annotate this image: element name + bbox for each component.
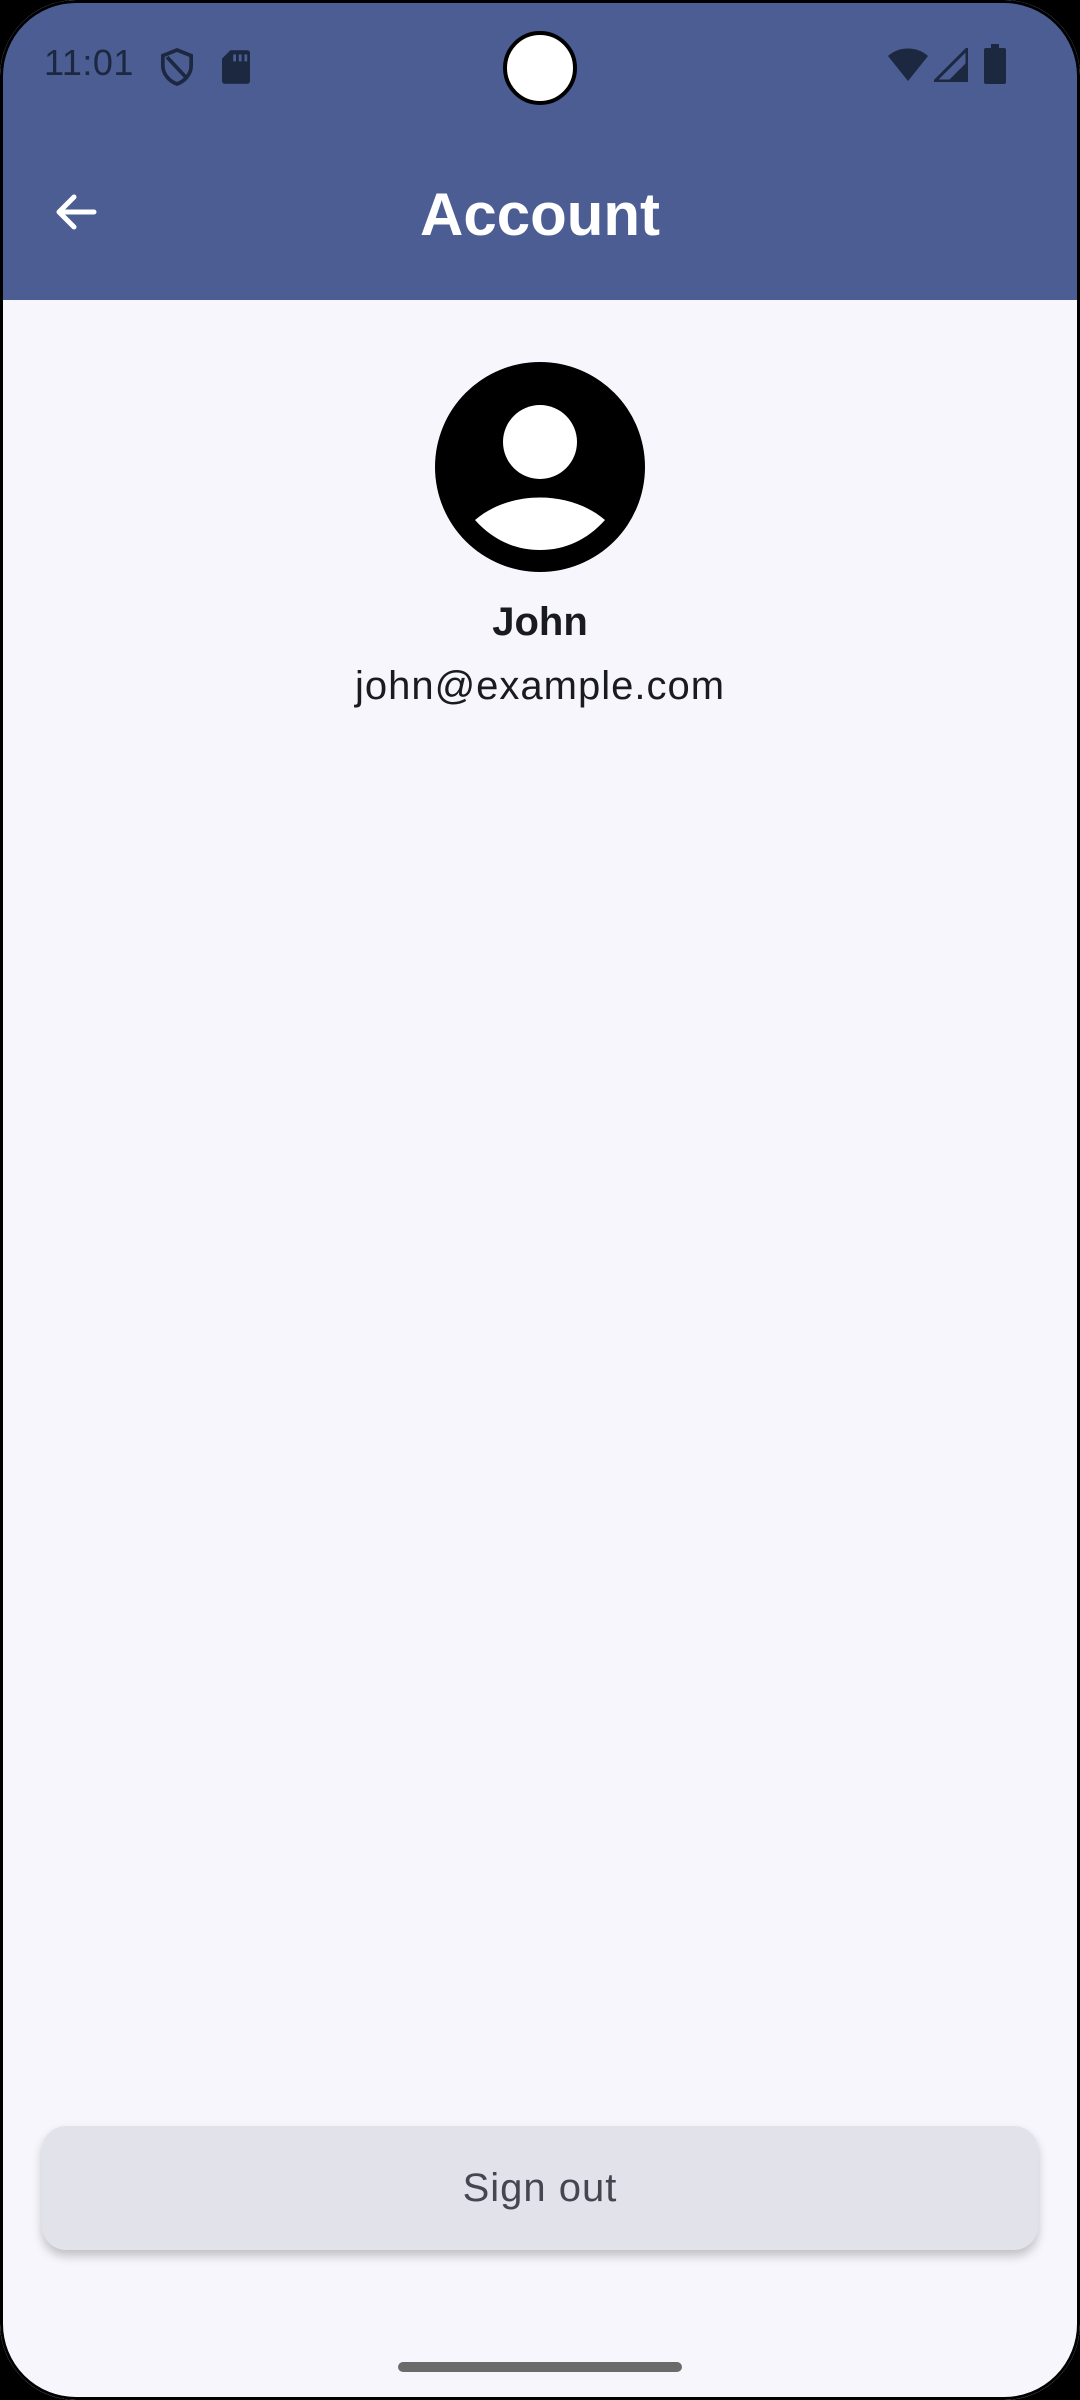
sign-out-button[interactable]: Sign out: [42, 2126, 1038, 2250]
device-screen: 11:01 Account John john@example.com Sign…: [0, 0, 1080, 2400]
page-title: Account: [420, 181, 660, 248]
account-circle-icon: [435, 362, 645, 572]
front-camera: [503, 31, 577, 105]
device-frame: [0, 0, 1080, 2400]
sd-card-icon: [222, 50, 250, 84]
home-indicator[interactable]: [398, 2362, 682, 2372]
status-time: 11:01: [44, 42, 134, 83]
app-bar: 11:01 Account: [0, 0, 1080, 300]
user-name: John: [492, 600, 588, 644]
wifi-icon: [888, 48, 928, 81]
status-bar: 11:01: [0, 0, 1080, 130]
cell-signal-icon: [934, 48, 968, 82]
shield-icon: [160, 48, 194, 86]
user-email: john@example.com: [354, 664, 726, 708]
battery-icon: [984, 44, 1006, 84]
